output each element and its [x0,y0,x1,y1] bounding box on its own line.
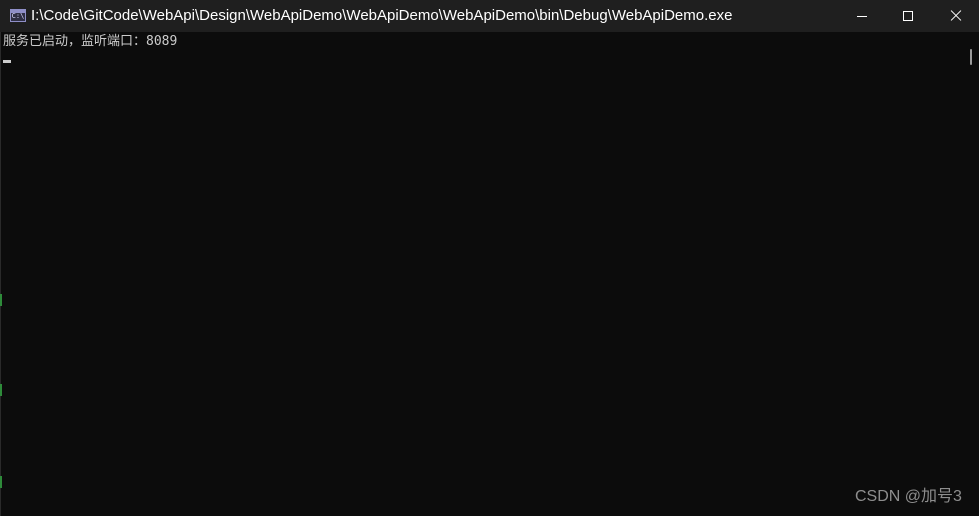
window-left-border [0,32,2,516]
scrollbar-thumb[interactable] [970,49,972,65]
csdn-watermark: CSDN @加号3 [855,488,962,505]
vertical-scrollbar[interactable] [963,32,979,516]
window-title: I:\Code\GitCode\WebApi\Design\WebApiDemo… [31,7,733,24]
maximize-button[interactable] [885,0,931,32]
title-bar[interactable]: C:\ I:\Code\GitCode\WebApi\Design\WebApi… [0,0,979,32]
console-app-icon-text: C:\ [11,12,25,20]
console-line: 服务已启动，监听端口：8089 [3,34,178,49]
background-editor-strip [0,507,979,516]
console-app-icon[interactable]: C:\ [10,9,26,22]
background-editor-edge [0,384,2,396]
close-button[interactable] [933,0,979,32]
minimize-icon [857,16,867,17]
console-output[interactable]: 服务已启动，监听端口：8089 [0,32,963,516]
background-editor-edge [0,294,2,306]
background-editor-edge [0,476,2,488]
console-window: C:\ I:\Code\GitCode\WebApi\Design\WebApi… [0,0,979,516]
text-cursor [3,60,11,63]
minimize-button[interactable] [839,0,885,32]
close-icon [950,10,962,22]
maximize-icon [903,11,913,21]
